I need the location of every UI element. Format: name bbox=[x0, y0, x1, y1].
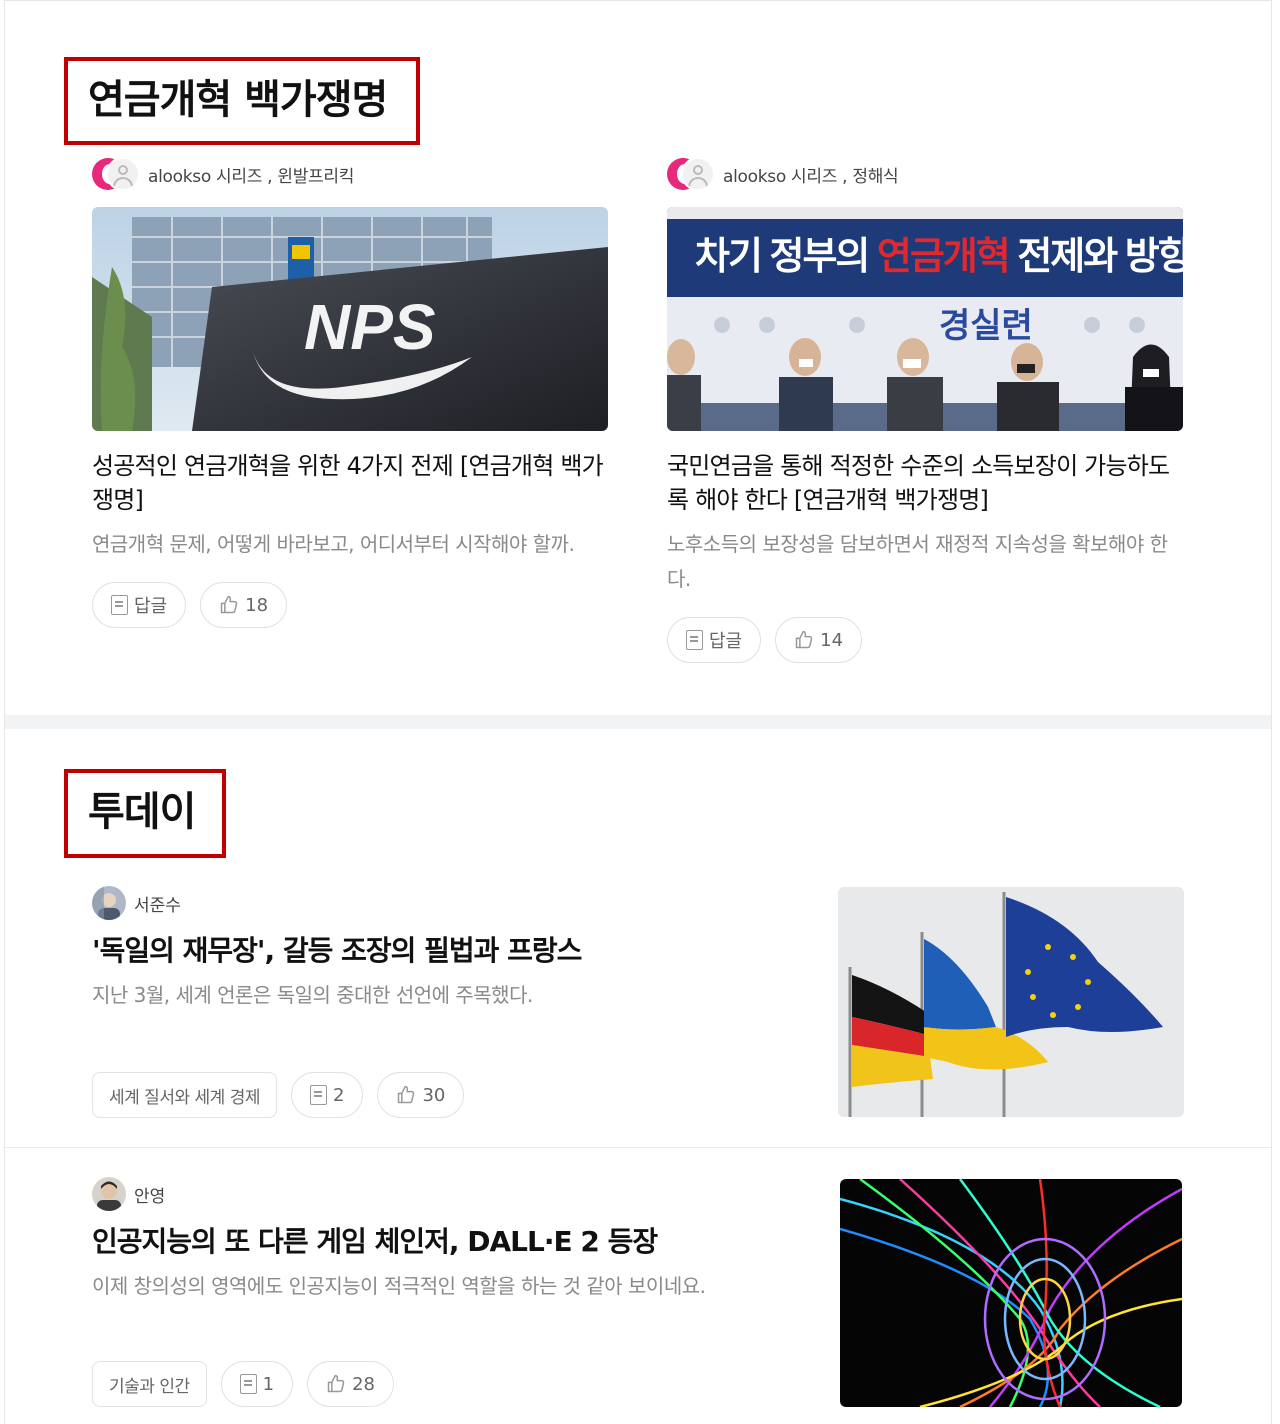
avatar bbox=[92, 886, 126, 920]
article-title[interactable]: '독일의 재무장', 갈등 조장의 필법과 프랑스 bbox=[92, 932, 812, 970]
reply-count: 2 bbox=[332, 1084, 345, 1106]
author-name[interactable]: 서준수 bbox=[134, 891, 181, 916]
svg-text:차기 정부의 연금개혁 전제와 방향: 차기 정부의 연금개혁 전제와 방향 bbox=[695, 236, 1183, 278]
reply-button[interactable]: 2 bbox=[290, 1072, 364, 1118]
category-tag[interactable]: 세계 질서와 세계 경제 bbox=[92, 1072, 277, 1118]
article-subtitle: 노후소득의 보장성을 담보하면서 재정적 지속성을 확보해야 한다. bbox=[667, 532, 1168, 591]
reply-button[interactable]: 답글 bbox=[667, 617, 762, 663]
reply-icon bbox=[111, 595, 128, 615]
article-thumbnail[interactable] bbox=[838, 887, 1184, 1117]
author-row[interactable]: alookso 시리즈 , 정해식 bbox=[667, 157, 1183, 191]
like-icon bbox=[398, 1085, 415, 1104]
user-avatar-icon bbox=[92, 886, 126, 920]
author-name[interactable]: alookso 시리즈 , 윈발프리킥 bbox=[148, 162, 354, 187]
like-button[interactable]: 30 bbox=[377, 1072, 465, 1118]
press-conference-image: 차기 정부의 연금개혁 전제와 방향 경실련 bbox=[667, 207, 1183, 431]
user-avatar-icon bbox=[681, 157, 715, 191]
like-count: 30 bbox=[422, 1084, 446, 1106]
article-subtitle: 연금개혁 문제, 어떻게 바라보고, 어디서부터 시작해야 할까. bbox=[92, 532, 575, 556]
svg-text:NPS: NPS bbox=[304, 291, 436, 363]
avatar bbox=[92, 1177, 126, 1211]
article-title[interactable]: 성공적인 연금개혁을 위한 4가지 전제 [연금개혁 백가쟁명] bbox=[92, 449, 608, 517]
reply-icon bbox=[686, 630, 703, 650]
avatar bbox=[667, 157, 717, 191]
flags-image bbox=[838, 887, 1184, 1117]
like-count: 18 bbox=[245, 594, 269, 616]
like-button[interactable]: 14 bbox=[775, 617, 863, 663]
list-item[interactable]: 안영 인공지능의 또 다른 게임 체인저, DALL·E 2 등장 이제 창의성… bbox=[92, 1177, 1184, 1409]
like-count: 14 bbox=[820, 629, 844, 651]
user-avatar-icon bbox=[92, 1177, 126, 1211]
like-button[interactable]: 28 bbox=[307, 1361, 394, 1407]
user-avatar-icon bbox=[106, 157, 140, 191]
like-icon bbox=[220, 595, 238, 614]
like-count: 28 bbox=[352, 1373, 375, 1395]
section-title: 연금개혁 백가쟁명 bbox=[64, 57, 420, 145]
reply-button[interactable]: 답글 bbox=[92, 582, 187, 628]
article-title[interactable]: 국민연금을 통해 적정한 수준의 소득보장이 가능하도록 해야 한다 [연금개혁… bbox=[667, 449, 1183, 517]
article-card[interactable]: alookso 시리즈 , 정해식 차기 정부의 연금개혁 전제와 방향 경실련 bbox=[667, 157, 1183, 663]
author-row[interactable]: alookso 시리즈 , 윈발프리킥 bbox=[92, 157, 608, 191]
svg-text:경실련: 경실련 bbox=[939, 307, 1033, 345]
reply-icon bbox=[239, 1374, 257, 1394]
reply-count: 1 bbox=[262, 1373, 275, 1395]
neon-lines-image bbox=[840, 1179, 1182, 1407]
reply-icon bbox=[309, 1085, 327, 1105]
like-button[interactable]: 18 bbox=[200, 582, 288, 628]
article-thumbnail[interactable]: NPS bbox=[92, 207, 608, 431]
article-thumbnail[interactable]: 차기 정부의 연금개혁 전제와 방향 경실련 bbox=[667, 207, 1183, 431]
article-thumbnail[interactable] bbox=[840, 1179, 1182, 1407]
article-card[interactable]: alookso 시리즈 , 윈발프리킥 NPS 성공적인 연금개혁을 위한 4가… bbox=[92, 157, 608, 628]
like-icon bbox=[327, 1374, 345, 1393]
nps-building-image: NPS bbox=[92, 207, 608, 431]
section-title: 투데이 bbox=[64, 769, 226, 858]
reply-label: 답글 bbox=[134, 596, 168, 617]
author-name[interactable]: 안영 bbox=[134, 1182, 165, 1207]
avatar bbox=[92, 157, 142, 191]
like-icon bbox=[795, 630, 813, 649]
article-title[interactable]: 인공지능의 또 다른 게임 체인저, DALL·E 2 등장 bbox=[92, 1223, 812, 1261]
article-subtitle: 지난 3월, 세계 언론은 독일의 중대한 선언에 주목했다. bbox=[92, 983, 533, 1007]
list-item[interactable]: 서준수 '독일의 재무장', 갈등 조장의 필법과 프랑스 지난 3월, 세계 … bbox=[92, 886, 1184, 1118]
section-divider bbox=[5, 715, 1271, 729]
category-tag[interactable]: 기술과 인간 bbox=[92, 1361, 207, 1407]
reply-button[interactable]: 1 bbox=[220, 1361, 294, 1407]
article-subtitle: 이제 창의성의 영역에도 인공지능이 적극적인 역할을 하는 것 같아 보이네요… bbox=[92, 1274, 706, 1298]
reply-label: 답글 bbox=[709, 631, 743, 652]
row-divider bbox=[5, 1147, 1271, 1148]
author-name[interactable]: alookso 시리즈 , 정해식 bbox=[723, 162, 899, 187]
